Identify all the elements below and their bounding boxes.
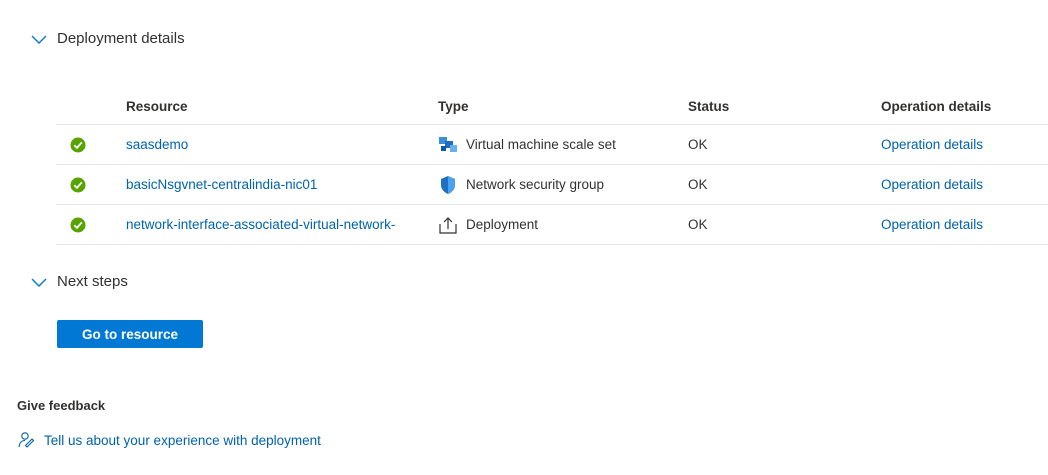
resource-link[interactable]: basicNsgvnet-centralindia-nic01 [126,177,438,192]
success-check-icon [70,177,86,192]
resource-link[interactable]: network-interface-associated-virtual-net… [126,217,438,232]
next-steps-title: Next steps [57,273,128,290]
resource-type-label: Deployment [466,217,539,232]
deployment-upload-icon [439,216,457,234]
table-row: network-interface-associated-virtual-net… [56,205,1048,245]
feedback-link-label: Tell us about your experience with deplo… [44,432,321,448]
resource-link[interactable]: saasdemo [126,137,438,152]
column-header-operation-details: Operation details [881,98,992,114]
table-row: saasdemo Virtual machine scale set OK Op… [56,125,1048,165]
success-check-icon [70,217,86,232]
feedback-link[interactable]: Tell us about your experience with deplo… [17,431,321,449]
feedback-icon [18,432,35,448]
resource-type-label: Virtual machine scale set [466,137,616,152]
column-header-type: Type [438,98,469,114]
give-feedback-heading: Give feedback [17,398,106,413]
deployment-resources-table: Resource Type Status Operation details s… [56,88,1048,245]
success-check-icon [70,137,86,152]
deployment-details-toggle[interactable]: Deployment details [31,30,185,47]
nsg-shield-icon [441,175,455,194]
go-to-resource-button[interactable]: Go to resource [57,320,203,348]
operation-details-link[interactable]: Operation details [881,177,1048,192]
vmss-icon [439,136,457,152]
chevron-down-icon [31,278,47,287]
chevron-down-icon [31,35,47,44]
status-text: OK [688,137,708,152]
column-header-status: Status [688,98,730,114]
table-header-row: Resource Type Status Operation details [56,88,1048,125]
deployment-details-title: Deployment details [57,30,185,47]
next-steps-toggle[interactable]: Next steps [31,273,128,290]
status-text: OK [688,177,708,192]
operation-details-link[interactable]: Operation details [881,137,1048,152]
column-header-resource: Resource [126,98,188,114]
status-text: OK [688,217,708,232]
table-row: basicNsgvnet-centralindia-nic01 Network … [56,165,1048,205]
resource-type-label: Network security group [466,177,605,192]
operation-details-link[interactable]: Operation details [881,217,1048,232]
